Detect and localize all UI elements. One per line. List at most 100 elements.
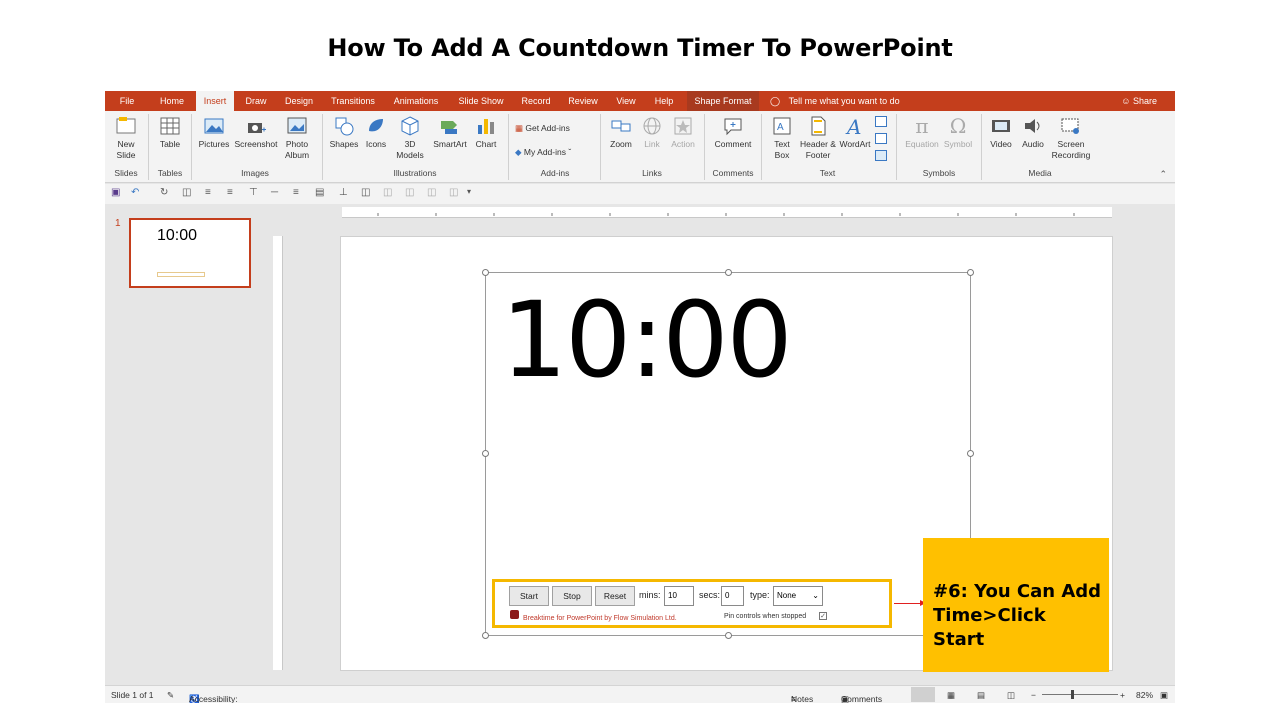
notes-toggle-icon[interactable]: ✎	[167, 690, 174, 701]
tab-draw[interactable]: Draw	[239, 91, 273, 111]
align-center-icon[interactable]: ≡	[227, 187, 233, 198]
shapes-button[interactable]: Shapes	[329, 115, 359, 150]
slide-number: 1	[115, 218, 121, 229]
audio-button[interactable]: Audio	[1018, 115, 1048, 150]
bring-forward-icon[interactable]: ◫	[361, 187, 370, 198]
customize-qat-icon[interactable]: ▾	[467, 187, 471, 196]
tab-shape-format[interactable]: Shape Format	[687, 91, 759, 111]
zoom-slider-thumb[interactable]	[1071, 690, 1074, 699]
icons-button[interactable]: Icons	[363, 115, 389, 150]
action-button[interactable]: Action	[668, 115, 698, 150]
reading-view-icon[interactable]: ▤	[977, 690, 985, 701]
align-middle-icon[interactable]: ─	[271, 187, 278, 198]
tab-review[interactable]: Review	[562, 91, 604, 111]
present-icon[interactable]: ◫	[182, 187, 191, 198]
horizontal-ruler-ticks	[377, 213, 1075, 216]
my-addins-button[interactable]: ◆ My Add-ins ˇ	[515, 146, 571, 158]
resize-handle[interactable]	[967, 269, 974, 276]
screen-recording-button[interactable]: Screen Recording	[1049, 115, 1093, 161]
pin-controls-checkbox[interactable]: ✓	[819, 612, 827, 620]
table-icon	[160, 117, 180, 135]
photo-album-button[interactable]: Photo Album	[281, 115, 313, 161]
resize-handle[interactable]	[482, 632, 489, 639]
tab-insert[interactable]: Insert	[196, 91, 234, 111]
reset-button[interactable]: Reset	[595, 586, 635, 606]
photo-album-icon	[287, 117, 307, 134]
zoom-slider-track[interactable]	[1042, 694, 1118, 695]
object-icon[interactable]	[875, 150, 887, 161]
resize-handle[interactable]	[725, 632, 732, 639]
resize-handle[interactable]	[482, 269, 489, 276]
zoom-in-icon[interactable]: +	[1120, 690, 1125, 700]
align-left-icon[interactable]: ≡	[205, 187, 211, 198]
screenshot-button[interactable]: Screenshot	[234, 115, 278, 150]
tell-me-box[interactable]: ◯ Tell me what you want to do	[770, 91, 900, 111]
group-objects-icon[interactable]: ▤	[315, 187, 324, 198]
tab-design[interactable]: Design	[279, 91, 319, 111]
slide-thumbnail[interactable]: 10:00	[129, 218, 251, 288]
timer-controls-panel: Start Stop Reset mins: 10 secs: 0 type: …	[492, 579, 892, 628]
stop-button[interactable]: Stop	[552, 586, 592, 606]
align-bottom-icon[interactable]: ⊥	[339, 187, 348, 198]
new-slide-button[interactable]: New Slide	[113, 115, 139, 161]
date-time-icon[interactable]	[875, 116, 887, 127]
bring-to-front-icon[interactable]: ◫	[427, 187, 436, 198]
video-button[interactable]: Video	[987, 115, 1015, 150]
type-select[interactable]: None ⌄	[773, 586, 823, 606]
link-button[interactable]: Link	[639, 115, 665, 150]
tab-file[interactable]: File	[113, 91, 141, 111]
text-box-button[interactable]: A Text Box	[767, 115, 797, 161]
align-top-icon[interactable]: ⊤	[249, 187, 258, 198]
align-objects-icon[interactable]: ◫	[449, 187, 458, 198]
pictures-button[interactable]: Pictures	[197, 115, 231, 150]
film-icon	[992, 120, 1010, 132]
table-button[interactable]: Table	[155, 115, 185, 150]
icons-icon	[369, 119, 383, 132]
zoom-button[interactable]: Zoom	[607, 115, 635, 150]
slide-show-icon[interactable]: ◫	[1007, 690, 1015, 701]
3d-models-button[interactable]: 3D Models	[393, 115, 427, 161]
save-icon[interactable]: ▣	[111, 187, 120, 198]
comment-button[interactable]: Comment	[711, 115, 755, 150]
get-addins-button[interactable]: ▦ Get Add-ins	[515, 122, 570, 134]
tab-transitions[interactable]: Transitions	[327, 91, 379, 111]
send-to-back-icon[interactable]: ◫	[405, 187, 414, 198]
zoom-level[interactable]: 82%	[1136, 690, 1153, 700]
mins-label: mins:	[639, 590, 661, 600]
resize-handle[interactable]	[725, 269, 732, 276]
smartart-button[interactable]: SmartArt	[431, 115, 469, 150]
tab-view[interactable]: View	[611, 91, 641, 111]
tab-home[interactable]: Home	[153, 91, 191, 111]
tab-slide-show[interactable]: Slide Show	[453, 91, 509, 111]
secs-input[interactable]: 0	[721, 586, 744, 606]
symbol-button[interactable]: Ω Symbol	[941, 115, 975, 150]
resize-handle[interactable]	[482, 450, 489, 457]
normal-view-button[interactable]	[911, 687, 935, 702]
smartart-label: SmartArt	[433, 139, 467, 149]
tab-record[interactable]: Record	[517, 91, 555, 111]
slide-number-icon[interactable]	[875, 133, 887, 144]
zoom-out-icon[interactable]: −	[1031, 690, 1036, 700]
send-backward-icon[interactable]: ◫	[383, 187, 392, 198]
breaktime-credit-link[interactable]: Breaktime for PowerPoint by Flow Simulat…	[523, 615, 677, 622]
chart-button[interactable]: Chart	[473, 115, 499, 150]
equation-button[interactable]: π Equation	[903, 115, 941, 150]
redo-icon[interactable]: ↻	[160, 187, 168, 198]
distribute-icon[interactable]: ≡	[293, 187, 299, 198]
tab-animations[interactable]: Animations	[388, 91, 444, 111]
slide-thumbnail-pane: 1 10:00	[105, 204, 265, 686]
tab-help[interactable]: Help	[649, 91, 679, 111]
header-footer-button[interactable]: Header & Footer	[800, 115, 836, 161]
ribbon: New Slide Slides Table Tables Pictures S…	[105, 111, 1175, 183]
mins-input[interactable]: 10	[664, 586, 694, 606]
globe-link-icon	[643, 117, 661, 135]
share-button[interactable]: ☺ Share	[1121, 91, 1157, 111]
divider	[981, 114, 982, 180]
undo-icon[interactable]: ↶	[131, 187, 139, 198]
fit-to-window-icon[interactable]: ▣	[1160, 690, 1168, 701]
slide-sorter-icon[interactable]: ▦	[947, 690, 955, 701]
wordart-button[interactable]: A WordArt	[838, 115, 872, 150]
start-button[interactable]: Start	[509, 586, 549, 606]
resize-handle[interactable]	[967, 450, 974, 457]
collapse-ribbon-icon[interactable]: ⌃	[1159, 169, 1167, 180]
